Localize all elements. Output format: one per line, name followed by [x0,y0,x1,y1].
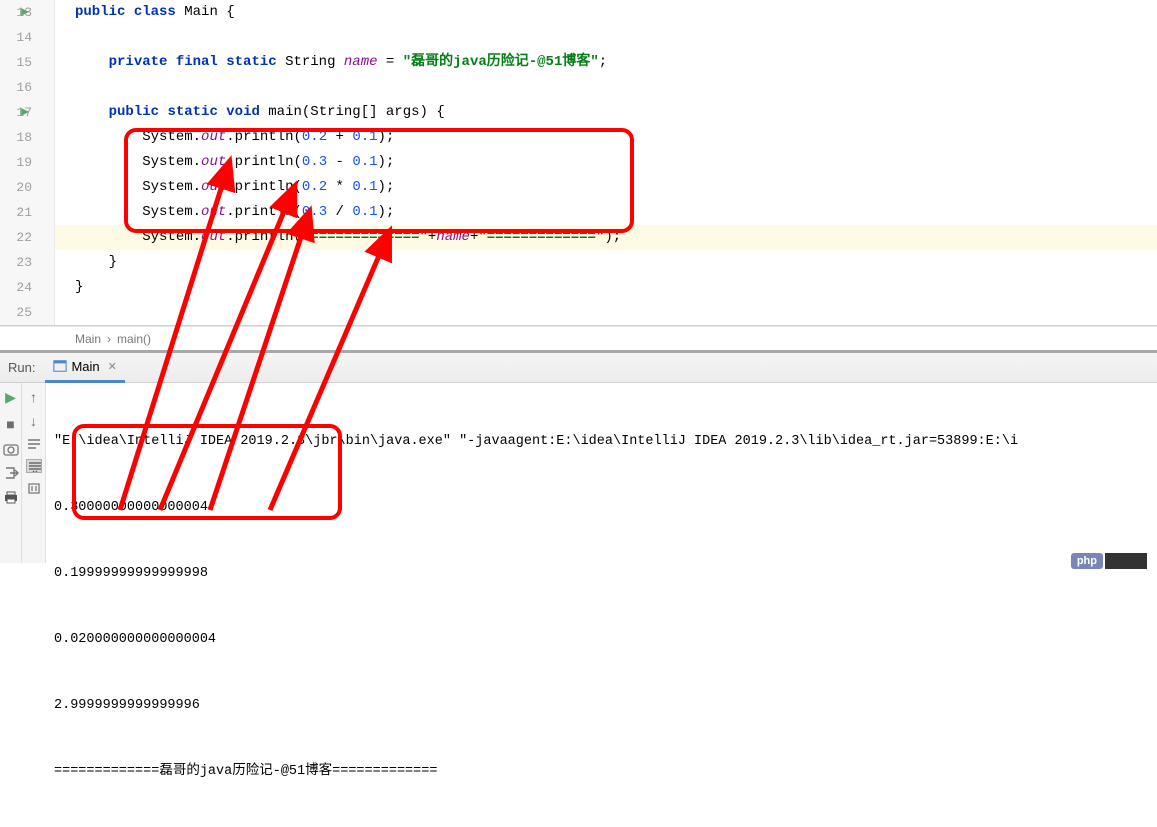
code-area[interactable]: public class Main { private final static… [55,0,1157,325]
run-tab[interactable]: Main ✕ [45,353,124,383]
console-line: 0.19999999999999998 [54,563,1149,585]
printer-icon[interactable] [3,490,19,504]
line-number: 16 [0,75,32,100]
run-toolbar-inner: ↑ ↓ [22,383,46,563]
soft-wrap-icon[interactable] [26,437,42,451]
console-line: =============磊哥的java历险记-@51博客===========… [54,761,1149,783]
line-number: 18 [0,125,32,150]
run-toolbar-outer: ▶ ■ [0,383,22,563]
run-header: Run: Main ✕ [0,353,1157,383]
console-line: 0.020000000000000004 [54,629,1149,651]
php-badge: php [1071,553,1103,569]
close-icon[interactable]: ✕ [108,360,117,373]
line-number: 21 [0,200,32,225]
watermark-bar [1105,553,1147,569]
scroll-to-end-icon[interactable] [26,459,42,473]
console-line: "E:\idea\IntelliJ IDEA 2019.2.3\jbr\bin\… [54,431,1149,453]
line-number: 13▶ [0,0,32,25]
run-panel: Run: Main ✕ ▶ ■ ↑ ↓ "E:\idea\IntelliJ ID… [0,350,1157,563]
up-icon[interactable]: ↑ [30,389,37,405]
console-line: 2.9999999999999996 [54,695,1149,717]
gutter: 13▶ 14 15 16 17▶ 18 19 20 21 22 23 24 25 [0,0,55,325]
camera-icon[interactable] [3,442,19,456]
console-line: 0.30000000000000004 [54,497,1149,519]
line-number: 23 [0,250,32,275]
breadcrumb-separator-icon: › [107,332,111,346]
run-gutter-icon[interactable]: ▶ [21,100,29,125]
breadcrumbs[interactable]: Main › main() [0,326,1157,350]
breadcrumb-class[interactable]: Main [75,332,101,346]
clear-icon[interactable] [26,481,42,495]
console-output[interactable]: "E:\idea\IntelliJ IDEA 2019.2.3\jbr\bin\… [46,383,1157,563]
line-number: 22 [0,225,32,250]
line-number: 20 [0,175,32,200]
down-icon[interactable]: ↓ [30,413,37,429]
code-editor: 13▶ 14 15 16 17▶ 18 19 20 21 22 23 24 25… [0,0,1157,326]
run-gutter-icon[interactable]: ▶ [21,0,29,25]
line-number: 15 [0,50,32,75]
stop-icon[interactable]: ■ [6,416,14,432]
run-tab-name: Main [71,359,99,374]
line-number: 14 [0,25,32,50]
run-label: Run: [8,360,35,375]
run-config-icon [53,359,67,373]
exit-icon[interactable] [3,466,19,480]
line-number: 19 [0,150,32,175]
watermark: php [1071,553,1147,569]
line-number: 25 [0,300,32,325]
rerun-icon[interactable]: ▶ [5,389,16,406]
breadcrumb-method[interactable]: main() [117,332,151,346]
line-number: 17▶ [0,100,32,125]
line-number: 24 [0,275,32,300]
